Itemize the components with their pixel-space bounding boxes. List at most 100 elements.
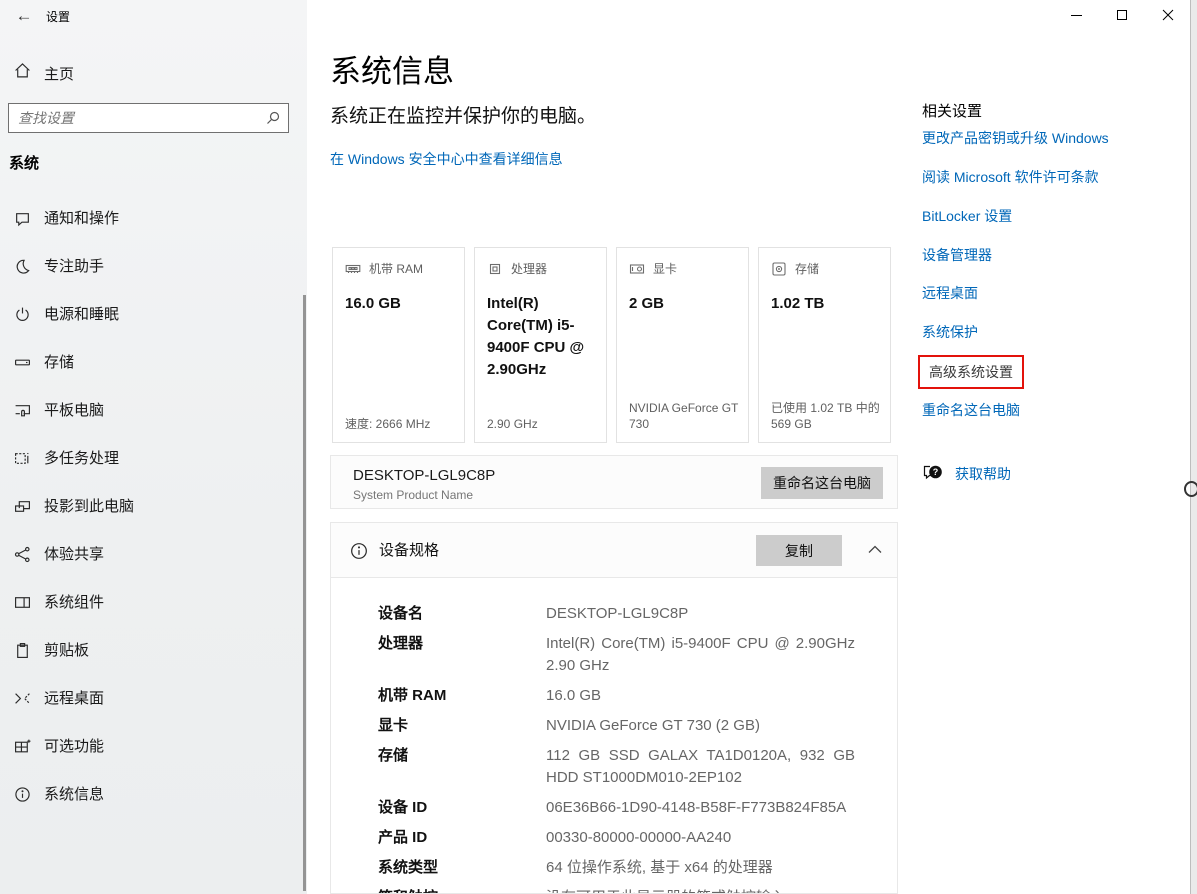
spec-row: 设备名 DESKTOP-LGL9C8P [378,603,855,625]
rename-pc-link[interactable]: 重命名这台电脑 [922,400,1020,420]
sidebar-item-tablet[interactable]: 平板电脑 [0,387,297,435]
card-label: 处理器 [511,260,547,277]
project-to-pc-icon [14,498,31,515]
sidebar-item-label: 体验共享 [44,531,104,579]
sidebar-item-storage[interactable]: 存储 [0,339,297,387]
sidebar-item-label: 多任务处理 [44,435,119,483]
cpu-icon [487,261,503,277]
copy-button[interactable]: 复制 [756,535,842,566]
system-components-icon [14,594,31,611]
sidebar-item-label: 可选功能 [44,723,104,771]
sidebar-item-label: 电源和睡眠 [44,291,119,339]
sidebar-item-label: 专注助手 [44,243,104,291]
multitasking-icon [14,450,31,467]
optional-features-icon [14,738,31,755]
sidebar-item-home[interactable]: 主页 [0,52,297,92]
device-name: DESKTOP-LGL9C8P [353,467,495,484]
remote-desktop-link[interactable]: 远程桌面 [922,283,978,303]
remote-desktop-icon [14,690,31,707]
storage-card: 存储 1.02 TB 已使用 1.02 TB 中的 569 GB [758,247,891,443]
focus-assist-icon [14,258,31,275]
sidebar-item-shared-experiences[interactable]: 体验共享 [0,531,297,579]
settings-window: ← 设置 主页 系统 通知和操作 [0,0,1197,894]
spec-value: 没有可用于此显示器的笔或触控输入 [546,887,855,894]
spec-value: 64 位操作系统, 基于 x64 的处理器 [546,857,855,879]
minimize-button[interactable] [1053,0,1099,30]
license-terms-link[interactable]: 阅读 Microsoft 软件许可条款 [922,167,1099,187]
spec-row: 存储 112 GB SSD GALAX TA1D0120A, 932 GB HD… [378,745,855,789]
maximize-button[interactable] [1099,0,1145,30]
about-icon [14,786,31,803]
sidebar-item-clipboard[interactable]: 剪贴板 [0,627,297,675]
sidebar-item-project-to-pc[interactable]: 投影到此电脑 [0,483,297,531]
sidebar-item-label: 远程桌面 [44,675,104,723]
back-arrow-icon[interactable]: ← [10,5,38,27]
ram-card: 机带 RAM 16.0 GB 速度: 2666 MHz [332,247,465,443]
windows-security-link[interactable]: 在 Windows 安全中心中查看详细信息 [330,149,563,169]
spec-value: 112 GB SSD GALAX TA1D0120A, 932 GB HDD S… [546,745,855,789]
ram-icon [345,261,361,277]
sidebar-item-optional-features[interactable]: 可选功能 [0,723,297,771]
tablet-icon [14,402,31,419]
card-value: 16.0 GB [345,293,452,315]
shared-experiences-icon [14,546,31,563]
change-product-key-link[interactable]: 更改产品密钥或升级 Windows [922,128,1109,148]
search-input[interactable] [18,104,258,132]
system-protection-link[interactable]: 系统保护 [922,322,978,342]
spec-value: 16.0 GB [546,685,855,707]
spec-value: 06E36B66-1D90-4148-B58F-F773B824F85A [546,797,855,819]
spec-row: 系统类型 64 位操作系统, 基于 x64 的处理器 [378,857,855,879]
svg-text:?: ? [933,467,939,477]
sidebar-item-label: 通知和操作 [44,195,119,243]
sidebar-item-label: 系统信息 [44,771,104,819]
card-value: 1.02 TB [771,293,878,315]
power-sleep-icon [14,306,31,323]
device-manager-link[interactable]: 设备管理器 [922,245,992,265]
spec-label: 存储 [378,745,546,789]
window-scrollbar[interactable] [1190,0,1197,894]
device-specs-header[interactable]: 设备规格 复制 [330,522,898,578]
spec-label: 产品 ID [378,827,546,849]
spec-row: 处理器 Intel(R) Core(TM) i5-9400F CPU @ 2.9… [378,633,855,677]
rename-pc-button[interactable]: 重命名这台电脑 [761,467,883,499]
spec-label: 设备 ID [378,797,546,819]
spec-value: 00330-80000-00000-AA240 [546,827,855,849]
related-settings-header: 相关设置 [922,100,982,121]
sidebar-item-power-sleep[interactable]: 电源和睡眠 [0,291,297,339]
device-product-name: System Product Name [353,488,473,502]
spec-label: 处理器 [378,633,546,677]
device-specs-title: 设备规格 [379,523,439,579]
advanced-system-settings-link[interactable]: 高级系统设置 [918,355,1024,389]
storage-icon [14,354,31,371]
card-label: 显卡 [653,260,677,277]
close-button[interactable] [1145,0,1191,30]
sidebar-item-focus-assist[interactable]: 专注助手 [0,243,297,291]
card-value: 2 GB [629,293,736,315]
spec-label: 笔和触控 [378,887,546,894]
sidebar-item-about[interactable]: 系统信息 [0,771,297,819]
chevron-up-icon[interactable] [868,545,882,555]
card-footnote: 已使用 1.02 TB 中的 569 GB [771,400,882,432]
search-icon[interactable] [265,110,281,126]
spec-label: 机带 RAM [378,685,546,707]
sidebar-item-label: 系统组件 [44,579,104,627]
sidebar-item-system-components[interactable]: 系统组件 [0,579,297,627]
page-subtitle: 系统正在监控并保护你的电脑。 [330,101,596,128]
spec-label: 显卡 [378,715,546,737]
spec-row: 显卡 NVIDIA GeForce GT 730 (2 GB) [378,715,855,737]
get-help-link[interactable]: ? 获取帮助 [922,464,1011,484]
bitlocker-settings-link[interactable]: BitLocker 设置 [922,206,1012,226]
sidebar-scrollbar[interactable] [303,295,306,891]
notifications-icon [14,210,31,227]
sidebar-item-notifications[interactable]: 通知和操作 [0,195,297,243]
spec-row: 笔和触控 没有可用于此显示器的笔或触控输入 [378,887,855,894]
sidebar-item-label: 剪贴板 [44,627,89,675]
sidebar-item-remote-desktop[interactable]: 远程桌面 [0,675,297,723]
spec-row: 产品 ID 00330-80000-00000-AA240 [378,827,855,849]
home-icon [14,62,31,79]
window-controls [1053,0,1191,30]
spec-label: 设备名 [378,603,546,625]
sidebar-item-multitasking[interactable]: 多任务处理 [0,435,297,483]
disk-icon [771,261,787,277]
spec-cards: 机带 RAM 16.0 GB 速度: 2666 MHz 处理器 Intel(R)… [332,247,898,443]
